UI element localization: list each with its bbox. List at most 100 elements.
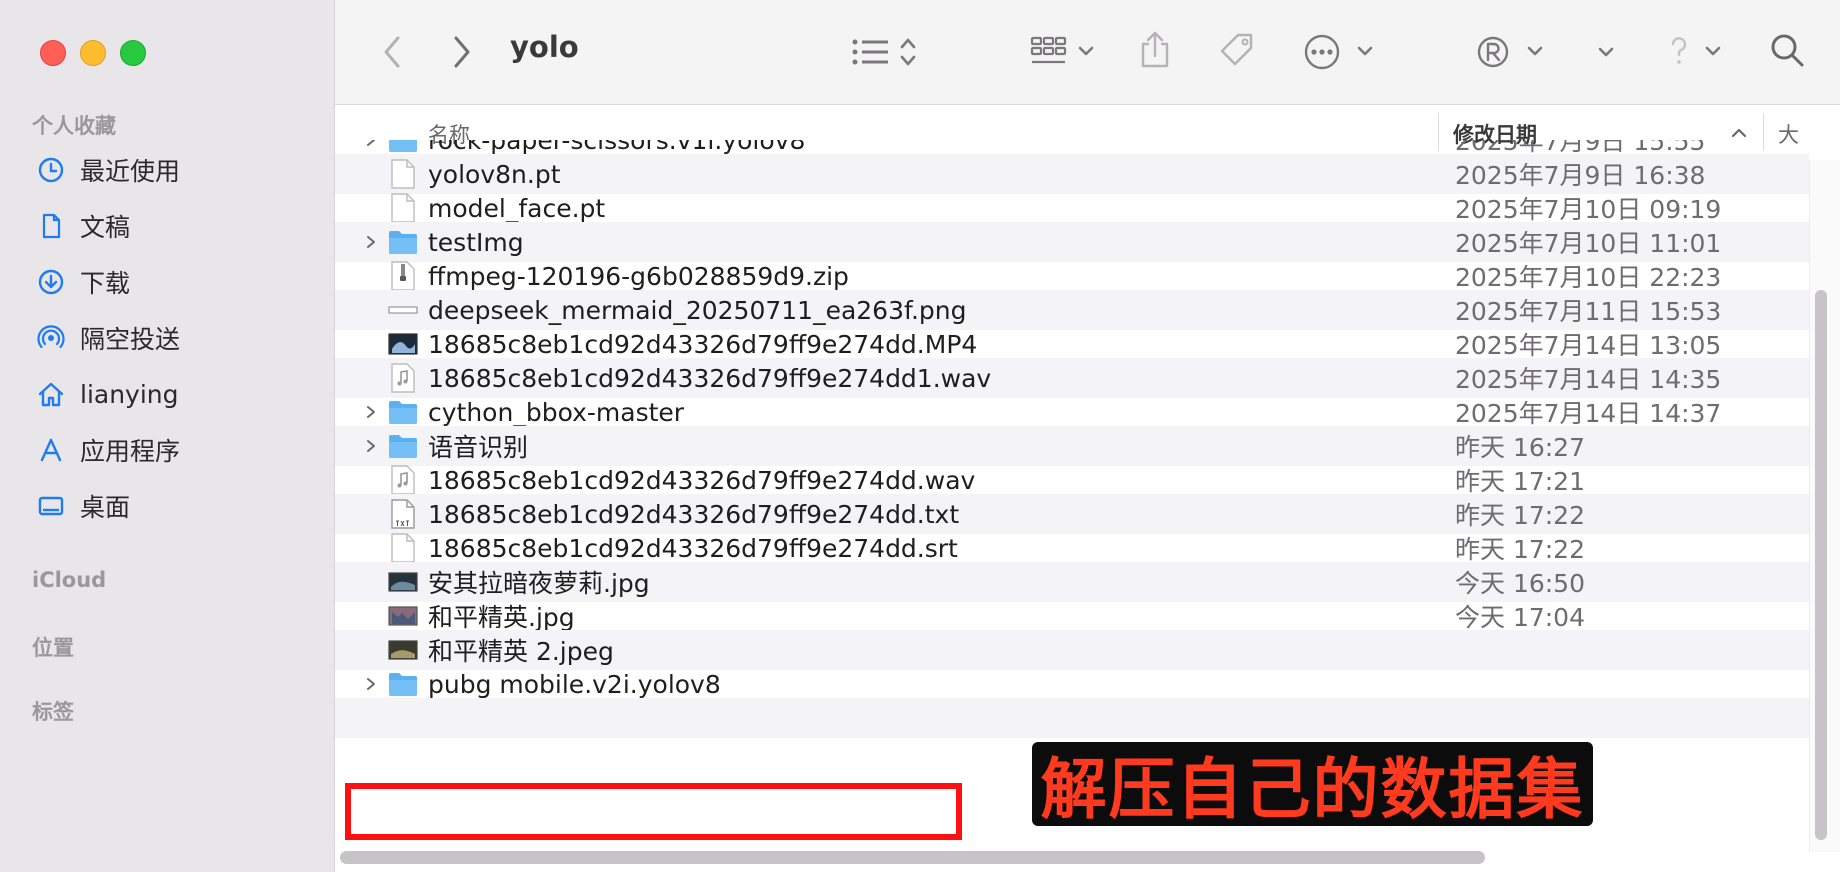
download-icon [36,267,66,297]
annotation-banner: 解压自己的数据集 [1032,742,1593,828]
clock-icon [36,155,66,185]
empty-row [335,698,1809,738]
minimize-window-button[interactable] [80,40,106,66]
list-view-icon [852,38,916,66]
sidebar-item-applications[interactable]: 应用程序 [36,428,316,472]
tags-section-label[interactable]: 标签 [32,696,74,726]
icloud-section-label[interactable]: iCloud [32,568,106,592]
annotation-text: 解压自己的数据集 [1040,751,1585,828]
sidebar-item-label: 桌面 [80,493,131,522]
image-file-icon [388,601,418,631]
actions-menu-button[interactable] [1303,30,1377,74]
disclosure-triangle-icon[interactable] [363,234,379,250]
vertical-scrollbar[interactable] [1815,290,1827,840]
file-name: 语音识别 [428,433,529,462]
registered-icon [1477,36,1543,68]
disclosure-triangle-icon[interactable] [363,676,379,692]
close-window-button[interactable] [40,40,66,66]
text-file-icon [388,499,418,529]
image-file-icon [388,295,418,325]
sidebar-item-label: lianying [80,379,179,409]
file-date: 2025年7月11日 15:53 [1455,297,1722,326]
file-date: 2025年7月14日 13:05 [1455,331,1722,360]
share-icon [1141,31,1169,68]
file-name: cython_bbox-master [428,397,685,427]
folder-icon [388,431,418,461]
horizontal-scrollbar[interactable] [340,851,1485,864]
sidebar-item-label: 最近使用 [80,157,181,186]
sidebar-item-label: 应用程序 [80,437,181,466]
folder-icon [388,669,418,699]
file-name: deepseek_mermaid_20250711_ea263f.png [428,295,967,325]
file-date: 昨天 16:27 [1455,433,1585,462]
disclosure-triangle-icon[interactable] [363,404,379,420]
sidebar-item-home[interactable]: lianying [36,372,316,416]
audio-file-icon [388,363,418,393]
file-name: 18685c8eb1cd92d43326d79ff9e274dd.MP4 [428,329,978,359]
more-toolbar-button[interactable] [1591,30,1621,74]
ellipsis-circle-icon [1304,34,1373,70]
group-button[interactable] [1030,30,1100,74]
disclosure-triangle-icon[interactable] [363,140,379,148]
tag-icon [1220,33,1253,66]
file-date: 2025年7月14日 14:35 [1455,365,1722,394]
sidebar-item-recents[interactable]: 最近使用 [36,148,316,192]
toolbar: yolo [335,0,1840,105]
file-name: model_face.pt [428,193,606,223]
file-name: testImg [428,227,524,257]
view-mode-list-button[interactable] [850,30,930,74]
video-file-icon [388,329,418,359]
file-date: 2025年7月9日 16:38 [1455,161,1706,190]
sidebar-item-documents[interactable]: 文稿 [36,204,316,248]
file-name: 和平精英.jpg [428,603,575,632]
folder-icon [388,397,418,427]
sidebar: 个人收藏 最近使用 文稿 下载 隔空投送 lianying 应用程序 桌面 iC… [0,0,335,872]
sidebar-item-label: 文稿 [80,213,131,242]
sidebar-item-airdrop[interactable]: 隔空投送 [36,316,316,360]
document-icon [388,193,418,223]
document-icon [388,533,418,563]
document-icon [388,159,418,189]
file-date: 2025年7月10日 22:23 [1455,263,1722,292]
file-date: 2025年7月10日 11:01 [1455,229,1722,258]
file-name: ffmpeg-120196-g6b028859d9.zip [428,261,849,291]
airdrop-icon [36,323,66,353]
locations-section-label[interactable]: 位置 [32,632,74,662]
file-date: 昨天 17:22 [1455,501,1585,530]
file-date: 昨天 17:21 [1455,467,1585,496]
sidebar-item-downloads[interactable]: 下载 [36,260,316,304]
file-date: 2025年7月14日 14:37 [1455,399,1722,428]
zoom-window-button[interactable] [120,40,146,66]
help-menu-button[interactable] [1665,30,1735,74]
applications-icon [36,435,66,465]
disclosure-triangle-icon[interactable] [363,438,379,454]
file-name: pubg mobile.v2i.yolov8 [428,669,721,699]
file-date: 2025年7月10日 09:19 [1455,195,1722,224]
share-button[interactable] [1135,26,1175,74]
file-name: 18685c8eb1cd92d43326d79ff9e274dd.wav [428,465,976,495]
back-button[interactable] [377,32,407,72]
image-file-icon [388,635,418,665]
sidebar-item-label: 下载 [80,269,131,298]
grid-icon [1030,36,1094,64]
file-date: 今天 16:50 [1455,569,1585,598]
zip-archive-icon [388,261,418,291]
sidebar-item-label: 隔空投送 [80,325,181,354]
tag-button[interactable] [1215,28,1259,72]
folder-icon [388,140,418,155]
search-button[interactable] [1765,28,1809,72]
file-name: 和平精英 2.jpeg [428,637,614,666]
registered-menu-button[interactable] [1475,30,1549,74]
file-name: 18685c8eb1cd92d43326d79ff9e274dd.txt [428,499,960,529]
chevron-down-icon [1598,47,1614,57]
favorites-section-label: 个人收藏 [32,114,116,138]
file-name: 18685c8eb1cd92d43326d79ff9e274dd.srt [428,533,958,563]
sidebar-item-desktop[interactable]: 桌面 [36,484,316,528]
forward-button[interactable] [447,32,477,72]
file-name: 18685c8eb1cd92d43326d79ff9e274dd1.wav [428,363,992,393]
window-title: yolo [510,30,579,64]
question-mark-icon [1671,37,1721,64]
sort-ascending-icon [1731,128,1747,138]
file-name: rock-paper-scissors.v1i.yolov8 [428,140,806,155]
chevron-right-icon [454,36,470,68]
